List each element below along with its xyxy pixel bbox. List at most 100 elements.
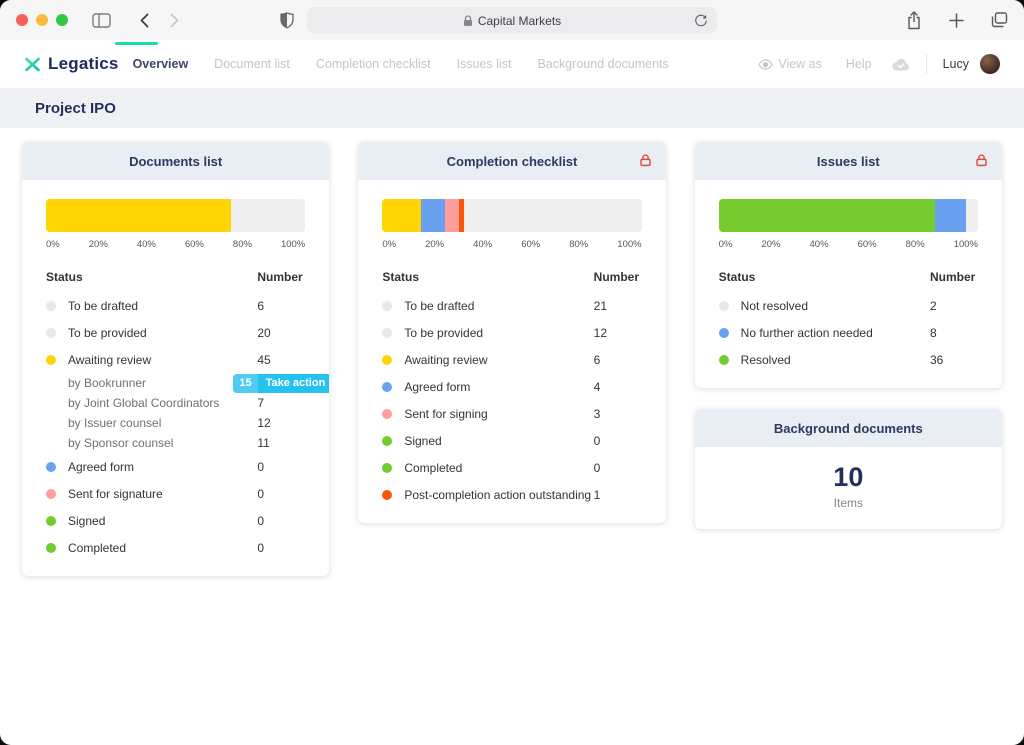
status-value: 2 [930, 299, 978, 313]
status-dot [719, 301, 729, 311]
card-column-1: Documents list0%20%40%60%80%100%StatusNu… [22, 142, 329, 576]
status-dot [46, 328, 56, 338]
minimize-window-button[interactable] [36, 14, 48, 26]
axis-tick-label: 100% [617, 239, 641, 250]
back-button[interactable] [139, 13, 150, 28]
fullscreen-window-button[interactable] [56, 14, 68, 26]
axis-tick-label: 0% [382, 239, 396, 250]
card-header-documents-list[interactable]: Documents list [22, 142, 329, 180]
logo-text: Legatics [48, 54, 119, 74]
project-bar: Project IPO [0, 88, 1024, 128]
status-row-signed: Signed0 [46, 507, 305, 534]
tab-overview-icon[interactable] [991, 12, 1008, 28]
status-row-resolved: Resolved36 [719, 346, 978, 373]
status-label: Not resolved [741, 299, 930, 313]
browser-toolbar: Capital Markets [0, 0, 1024, 40]
new-tab-icon[interactable] [949, 13, 964, 28]
status-dot [46, 355, 56, 365]
number-column-header: Number [930, 270, 978, 284]
status-value: 0 [257, 541, 305, 555]
view-as-button[interactable]: View as [758, 57, 822, 71]
close-window-button[interactable] [16, 14, 28, 26]
card-header-background-documents[interactable]: Background documents [695, 409, 1002, 447]
status-dot [719, 328, 729, 338]
badge-count: 15 [233, 374, 257, 393]
take-action-badge[interactable]: 15Take action [233, 374, 329, 393]
nav-item-background-documents[interactable]: Background documents [537, 57, 668, 71]
status-progress-bar [719, 199, 978, 232]
status-value: 6 [594, 353, 642, 367]
card-issues-list: Issues list0%20%40%60%80%100%StatusNumbe… [695, 142, 1002, 388]
browser-window: Capital Markets [0, 0, 1024, 745]
axis-tick-label: 0% [719, 239, 733, 250]
status-progress-bar [382, 199, 641, 232]
status-row-awaiting-review: Awaiting review6 [382, 346, 641, 373]
status-value: 36 [930, 353, 978, 367]
status-label: Completed [404, 461, 593, 475]
avatar[interactable] [980, 54, 1000, 74]
card-completion-checklist: Completion checklist0%20%40%60%80%100%St… [358, 142, 665, 523]
status-value: 12 [257, 416, 305, 430]
status-row-to-be-provided: To be provided20 [46, 319, 305, 346]
card-title: Issues list [817, 154, 880, 169]
items-unit-label: Items [695, 496, 1002, 510]
number-column-header: Number [257, 270, 305, 284]
axis-tick-label: 60% [185, 239, 204, 250]
reload-icon[interactable] [694, 13, 708, 28]
status-column-header: Status [46, 270, 257, 284]
legatics-logo[interactable]: Legatics [24, 54, 119, 74]
nav-item-overview[interactable]: Overview [133, 57, 189, 71]
status-dot [719, 355, 729, 365]
bar-segment-post-completion-action-outstanding [459, 199, 464, 232]
status-row-to-be-drafted: To be drafted6 [46, 292, 305, 319]
nav-item-issues-list[interactable]: Issues list [457, 57, 512, 71]
status-dot [382, 328, 392, 338]
card-header-completion-checklist[interactable]: Completion checklist [358, 142, 665, 180]
address-text: Capital Markets [478, 14, 561, 28]
sidebar-icon[interactable] [92, 13, 111, 28]
status-row-sent-for-signing: Sent for signing3 [382, 400, 641, 427]
status-label: To be drafted [68, 299, 257, 313]
forward-button[interactable] [169, 13, 180, 28]
status-row-to-be-provided: To be provided12 [382, 319, 641, 346]
user-name[interactable]: Lucy [943, 57, 969, 71]
main-nav: Overview Document list Completion checklis… [133, 57, 669, 71]
status-dot [382, 409, 392, 419]
dashboard-content: Documents list0%20%40%60%80%100%StatusNu… [0, 128, 1024, 576]
status-column-header: Status [719, 270, 930, 284]
status-dot [46, 543, 56, 553]
status-label: Signed [404, 434, 593, 448]
help-button[interactable]: Help [846, 57, 872, 71]
status-value: 6 [257, 299, 305, 313]
status-table-header: StatusNumber [382, 265, 641, 289]
status-value: 0 [257, 514, 305, 528]
card-column-3: Issues list0%20%40%60%80%100%StatusNumbe… [695, 142, 1002, 529]
status-value: 0 [594, 461, 642, 475]
card-header-issues-list[interactable]: Issues list [695, 142, 1002, 180]
privacy-shield-icon[interactable] [280, 12, 294, 29]
status-table: StatusNumberNot resolved2No further acti… [719, 265, 978, 373]
status-dot [46, 301, 56, 311]
nav-item-completion-checklist[interactable]: Completion checklist [316, 57, 431, 71]
axis-tick-label: 100% [954, 239, 978, 250]
status-value: 0 [594, 434, 642, 448]
card-body: 0%20%40%60%80%100%StatusNumberTo be draf… [22, 180, 329, 576]
axis-tick-label: 20% [89, 239, 108, 250]
status-label: by Bookrunner [68, 376, 257, 390]
status-row-by-bookrunner: by Bookrunner15Take action [46, 373, 305, 393]
status-dot [382, 301, 392, 311]
status-row-by-sponsor-counsel: by Sponsor counsel11 [46, 433, 305, 453]
address-bar[interactable]: Capital Markets [307, 7, 717, 34]
status-column-header: Status [382, 270, 593, 284]
status-label: Completed [68, 541, 257, 555]
bar-segment-awaiting-review [46, 199, 231, 232]
items-count: 10 [695, 462, 1002, 493]
status-value: 8 [930, 326, 978, 340]
share-icon[interactable] [906, 11, 922, 30]
bar-segment-sent-for-signing [445, 199, 459, 232]
status-dot [382, 382, 392, 392]
card-background-documents: Background documents 10 Items [695, 409, 1002, 529]
status-label: Agreed form [404, 380, 593, 394]
nav-item-document-list[interactable]: Document list [214, 57, 290, 71]
bar-axis: 0%20%40%60%80%100% [382, 239, 641, 250]
